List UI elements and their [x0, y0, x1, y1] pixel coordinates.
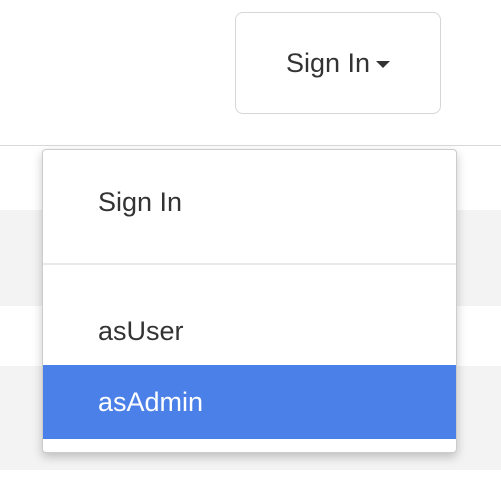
menu-item-sign-in[interactable]: Sign In [43, 172, 456, 232]
menu-item-label: Sign In [98, 186, 183, 217]
menu-item-label: asAdmin [98, 386, 204, 417]
signin-dropdown-menu: Sign In asUser asAdmin [42, 149, 457, 453]
signin-button-label: Sign In [285, 47, 371, 78]
caret-down-icon [376, 60, 391, 68]
navbar-divider [0, 145, 501, 146]
menu-divider [43, 263, 456, 265]
menu-item-as-admin[interactable]: asAdmin [43, 365, 456, 439]
menu-item-as-user[interactable]: asUser [43, 302, 456, 360]
menu-item-label: asUser [98, 315, 184, 346]
page: Sign In Sign In asUser asAdmin [0, 0, 501, 491]
signin-dropdown-toggle[interactable]: Sign In [235, 12, 441, 114]
